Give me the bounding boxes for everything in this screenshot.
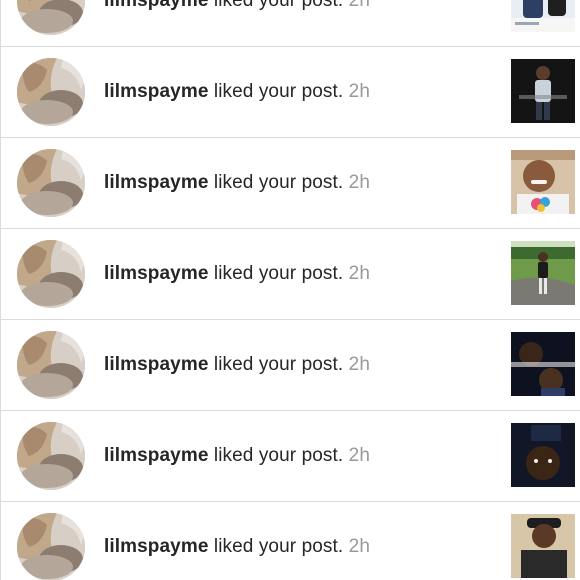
activity-feed: lilmspayme liked your post. 2h lilmspayme…	[0, 0, 580, 580]
user-avatar[interactable]	[17, 240, 85, 308]
post-thumbnail[interactable]	[511, 241, 575, 305]
timestamp: 2h	[348, 536, 370, 557]
timestamp: 2h	[348, 172, 370, 193]
notification-action: liked your post.	[208, 81, 344, 102]
timestamp: 2h	[348, 263, 370, 284]
notification-text: lilmspayme liked your post. 2h	[104, 47, 370, 137]
user-avatar[interactable]	[17, 422, 85, 490]
username-link[interactable]: lilmspayme	[104, 172, 209, 193]
timestamp: 2h	[348, 81, 370, 102]
username-link[interactable]: lilmspayme	[104, 536, 209, 557]
timestamp: 2h	[348, 354, 370, 375]
notification-row[interactable]: lilmspayme liked your post. 2h	[0, 502, 580, 580]
notification-action: liked your post.	[208, 536, 344, 557]
notification-row[interactable]: lilmspayme liked your post. 2h	[0, 138, 580, 229]
username-link[interactable]: lilmspayme	[104, 354, 209, 375]
notification-text: lilmspayme liked your post. 2h	[104, 229, 370, 319]
username-link[interactable]: lilmspayme	[104, 81, 209, 102]
username-link[interactable]: lilmspayme	[104, 0, 209, 11]
notification-row[interactable]: lilmspayme liked your post. 2h	[0, 47, 580, 138]
user-avatar[interactable]	[17, 149, 85, 217]
user-avatar[interactable]	[17, 331, 85, 399]
timestamp: 2h	[348, 0, 370, 11]
notification-text: lilmspayme liked your post. 2h	[104, 502, 370, 580]
notification-row[interactable]: lilmspayme liked your post. 2h	[0, 411, 580, 502]
notification-action: liked your post.	[208, 0, 344, 11]
username-link[interactable]: lilmspayme	[104, 445, 209, 466]
post-thumbnail[interactable]	[511, 150, 575, 214]
user-avatar[interactable]	[17, 58, 85, 126]
post-thumbnail[interactable]	[511, 514, 575, 578]
notification-text: lilmspayme liked your post. 2h	[104, 320, 370, 410]
notification-row[interactable]: lilmspayme liked your post. 2h	[0, 0, 580, 47]
notification-text: lilmspayme liked your post. 2h	[104, 0, 370, 46]
notification-action: liked your post.	[208, 263, 344, 284]
notification-action: liked your post.	[208, 172, 344, 193]
user-avatar[interactable]	[17, 0, 85, 35]
notification-text: lilmspayme liked your post. 2h	[104, 411, 370, 501]
post-thumbnail[interactable]	[511, 332, 575, 396]
timestamp: 2h	[348, 445, 370, 466]
post-thumbnail[interactable]	[511, 59, 575, 123]
notification-text: lilmspayme liked your post. 2h	[104, 138, 370, 228]
post-thumbnail[interactable]	[511, 0, 575, 32]
notification-row[interactable]: lilmspayme liked your post. 2h	[0, 229, 580, 320]
username-link[interactable]: lilmspayme	[104, 263, 209, 284]
user-avatar[interactable]	[17, 513, 85, 580]
notification-row[interactable]: lilmspayme liked your post. 2h	[0, 320, 580, 411]
notification-action: liked your post.	[208, 354, 344, 375]
post-thumbnail[interactable]	[511, 423, 575, 487]
notification-action: liked your post.	[208, 445, 344, 466]
